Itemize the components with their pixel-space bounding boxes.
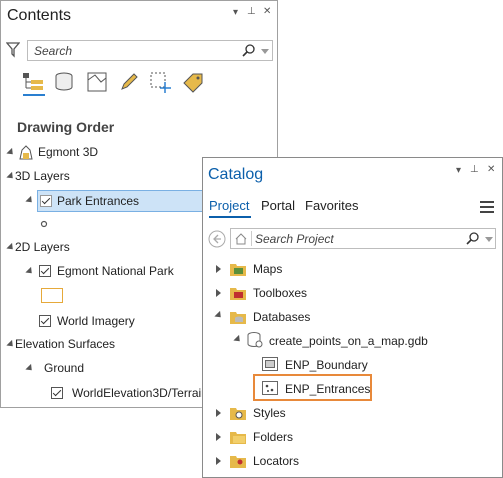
- databases-folder-icon: [230, 312, 246, 324]
- expand-maps-icon[interactable]: [216, 265, 221, 273]
- drawing-order-heading: Drawing Order: [17, 119, 115, 135]
- collapse-park-entrances-icon[interactable]: [25, 195, 35, 206]
- styles-folder-icon: [230, 408, 246, 420]
- tab-portal[interactable]: Portal: [261, 198, 295, 213]
- catalog-item-folders[interactable]: Folders: [253, 430, 293, 444]
- pin-icon[interactable]: ⊥: [470, 164, 479, 175]
- search-placeholder: Search Project: [255, 232, 334, 246]
- maps-folder-icon: [230, 264, 246, 276]
- group-3d-layers[interactable]: 3D Layers: [15, 169, 70, 183]
- collapse-ground-icon[interactable]: [25, 363, 35, 374]
- back-icon[interactable]: [208, 230, 226, 248]
- catalog-item-databases[interactable]: Databases: [253, 310, 310, 324]
- polygon-feature-class-icon: [262, 357, 278, 371]
- catalog-item-locators[interactable]: Locators: [253, 454, 299, 468]
- catalog-item-toolboxes[interactable]: Toolboxes: [253, 286, 307, 300]
- selection-add-icon[interactable]: [150, 72, 172, 94]
- collapse-map-icon[interactable]: [6, 147, 16, 158]
- chevron-down-icon[interactable]: [485, 237, 493, 242]
- locators-folder-icon: [230, 456, 246, 468]
- expand-styles-icon[interactable]: [216, 409, 221, 417]
- scene-icon: [19, 145, 33, 160]
- contents-title: Contents: [7, 7, 72, 24]
- divider: [251, 231, 252, 246]
- world-imagery-label[interactable]: World Imagery: [57, 314, 135, 328]
- menu-icon[interactable]: [480, 201, 494, 213]
- folders-icon: [230, 432, 246, 444]
- tab-favorites[interactable]: Favorites: [305, 198, 358, 213]
- tab-project[interactable]: Project: [209, 198, 249, 213]
- polygon-symbol-icon[interactable]: [41, 288, 63, 303]
- search-icon[interactable]: [466, 232, 480, 246]
- expand-toolboxes-icon[interactable]: [216, 289, 221, 297]
- list-by-drawing-order-icon[interactable]: [23, 71, 45, 97]
- park-entrances-checkbox[interactable]: [40, 195, 52, 207]
- close-icon[interactable]: ✕: [263, 6, 271, 17]
- pane-options-icon[interactable]: ▾: [233, 7, 238, 18]
- expand-locators-icon[interactable]: [216, 457, 221, 465]
- database-icon[interactable]: [54, 72, 74, 92]
- pane-options-icon[interactable]: ▾: [456, 165, 461, 176]
- catalog-item-styles[interactable]: Styles: [253, 406, 286, 420]
- toolboxes-folder-icon: [230, 288, 246, 300]
- catalog-title: Catalog: [208, 166, 264, 183]
- search-icon[interactable]: [242, 44, 256, 58]
- edit-pencil-icon[interactable]: [119, 72, 139, 92]
- catalog-item-enp-entrances[interactable]: ENP_Entrances: [285, 382, 370, 396]
- ground-label[interactable]: Ground: [44, 361, 84, 375]
- elevation-label[interactable]: WorldElevation3D/Terrain3D: [72, 386, 223, 400]
- close-icon[interactable]: ✕: [487, 164, 495, 175]
- active-tab-underline: [209, 216, 251, 218]
- labeling-icon[interactable]: [182, 72, 204, 94]
- point-symbol-icon[interactable]: [40, 220, 48, 228]
- expand-folders-icon[interactable]: [216, 433, 221, 441]
- contents-search-input[interactable]: Search: [27, 40, 273, 61]
- elevation-checkbox[interactable]: [51, 387, 63, 399]
- chevron-down-icon[interactable]: [261, 49, 269, 54]
- group-elevation-surfaces[interactable]: Elevation Surfaces: [15, 337, 115, 351]
- catalog-item-maps[interactable]: Maps: [253, 262, 282, 276]
- search-placeholder: Search: [34, 44, 73, 58]
- map-name[interactable]: Egmont 3D: [38, 145, 98, 159]
- world-imagery-checkbox[interactable]: [39, 315, 51, 327]
- catalog-item-gdb[interactable]: create_points_on_a_map.gdb: [269, 334, 428, 348]
- home-icon[interactable]: [234, 232, 248, 246]
- collapse-databases-icon[interactable]: [214, 310, 224, 321]
- catalog-item-enp-boundary[interactable]: ENP_Boundary: [285, 358, 368, 372]
- filter-icon[interactable]: [6, 42, 20, 58]
- catalog-search-input[interactable]: Search Project: [230, 228, 496, 249]
- collapse-egmont-icon[interactable]: [25, 266, 35, 277]
- map-source-icon[interactable]: [87, 72, 107, 92]
- catalog-pane: Catalog ▾ ⊥ ✕ Project Portal Favorites S…: [202, 157, 503, 478]
- egmont-checkbox[interactable]: [39, 265, 51, 277]
- egmont-park-label[interactable]: Egmont National Park: [57, 264, 174, 278]
- collapse-gdb-icon[interactable]: [233, 334, 243, 345]
- geodatabase-icon: [247, 332, 263, 348]
- group-2d-layers[interactable]: 2D Layers: [15, 240, 70, 254]
- pin-icon[interactable]: ⊥: [247, 6, 256, 17]
- park-entrances-label[interactable]: Park Entrances: [57, 194, 139, 208]
- point-feature-class-icon: [262, 381, 278, 395]
